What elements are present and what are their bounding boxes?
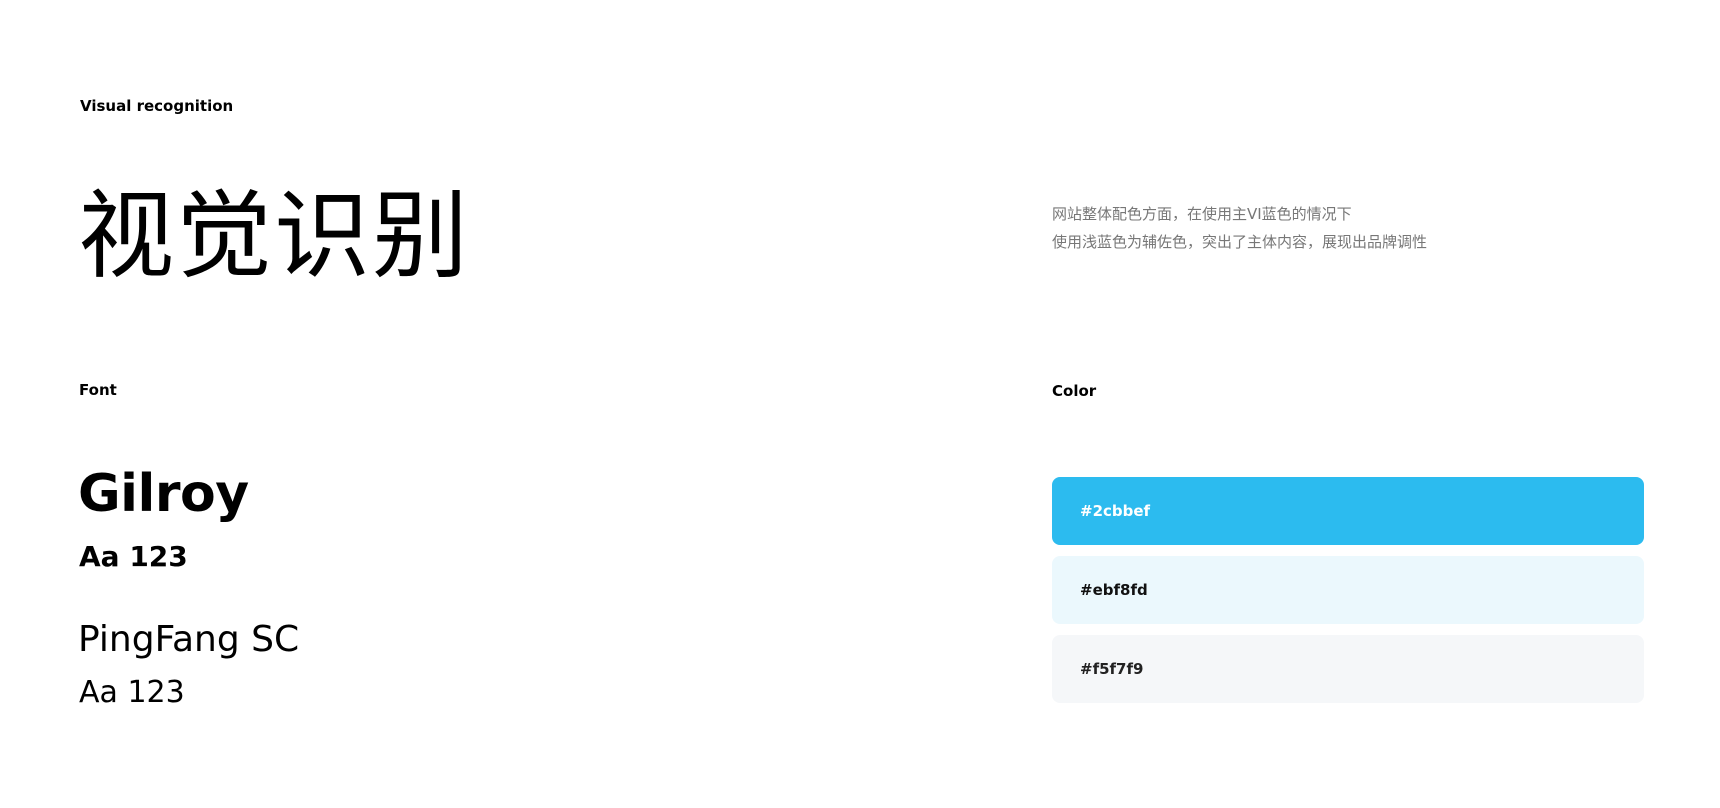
section-label-font: Font xyxy=(79,381,117,399)
color-swatch-label: #f5f7f9 xyxy=(1080,659,1144,678)
font-sample-gilroy: Aa 123 xyxy=(79,540,188,573)
page-title: 视觉识别 xyxy=(78,180,470,292)
font-sample-pingfang: Aa 123 xyxy=(79,675,185,710)
color-swatch-label: #ebf8fd xyxy=(1080,580,1148,599)
font-name-pingfang: PingFang SC xyxy=(78,619,300,660)
color-swatch-primary: #2cbbef xyxy=(1052,477,1644,545)
section-label-visual-recognition: Visual recognition xyxy=(80,97,234,115)
description: 网站整体配色方面，在使用主VI蓝色的情况下 使用浅蓝色为辅佐色，突出了主体内容，… xyxy=(1052,200,1612,256)
font-name-gilroy: Gilroy xyxy=(78,464,249,524)
color-swatch-secondary: #ebf8fd xyxy=(1052,556,1644,624)
color-swatch-label: #2cbbef xyxy=(1080,501,1151,520)
description-line-2: 使用浅蓝色为辅佐色，突出了主体内容，展现出品牌调性 xyxy=(1052,233,1428,251)
section-label-color: Color xyxy=(1052,382,1097,400)
color-swatch-background: #f5f7f9 xyxy=(1052,635,1644,703)
description-line-1: 网站整体配色方面，在使用主VI蓝色的情况下 xyxy=(1052,205,1352,223)
